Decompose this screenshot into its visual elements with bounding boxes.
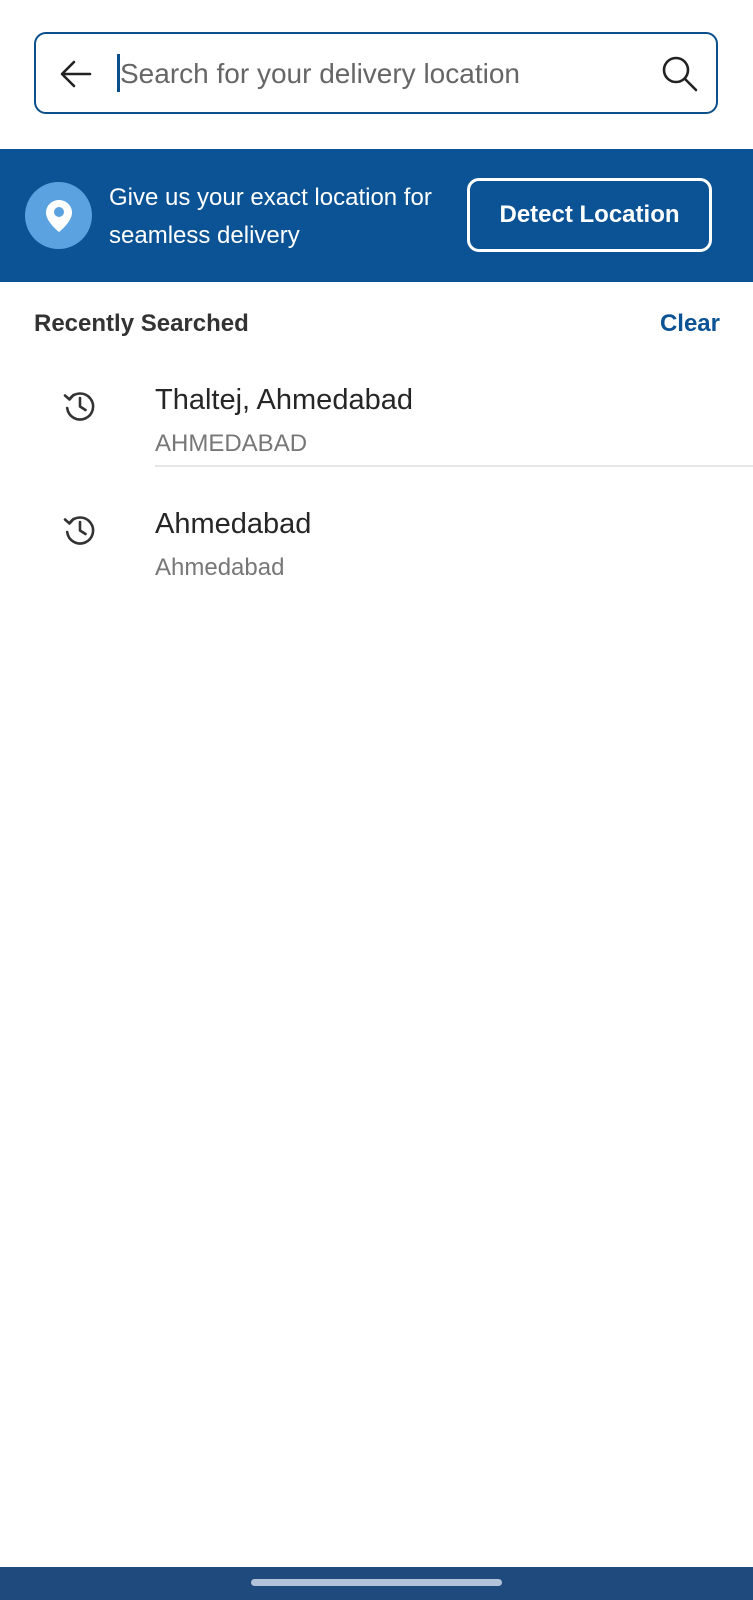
recent-search-item[interactable]: Thaltej, Ahmedabad AHMEDABAD (0, 370, 753, 490)
banner-message-line1: Give us your exact location for (109, 184, 432, 211)
search-icon (662, 56, 698, 92)
search-button[interactable] (658, 52, 702, 96)
detect-location-button[interactable]: Detect Location (467, 178, 712, 252)
recent-search-item[interactable]: Ahmedabad Ahmedabad (0, 494, 753, 614)
search-input[interactable] (120, 48, 620, 100)
recent-search-subtitle: AHMEDABAD (155, 430, 308, 457)
location-pin-badge (25, 182, 92, 249)
list-divider (155, 465, 753, 467)
home-indicator[interactable] (251, 1579, 502, 1586)
recent-search-title: Ahmedabad (155, 508, 312, 540)
history-icon (63, 392, 95, 421)
location-pin-icon (45, 199, 72, 232)
banner-message: Give us your exact location for seamless… (109, 179, 459, 255)
banner-message-line2: seamless delivery (109, 222, 300, 249)
recent-search-title: Thaltej, Ahmedabad (155, 384, 413, 416)
arrow-left-icon (60, 60, 92, 88)
history-icon (63, 516, 95, 545)
search-bar (34, 32, 718, 114)
clear-button[interactable]: Clear (660, 310, 720, 338)
back-button[interactable] (56, 54, 96, 94)
recently-searched-heading: Recently Searched (34, 310, 249, 337)
system-navigation-bar (0, 1567, 753, 1600)
location-banner: Give us your exact location for seamless… (0, 149, 753, 282)
recent-search-subtitle: Ahmedabad (155, 554, 285, 581)
